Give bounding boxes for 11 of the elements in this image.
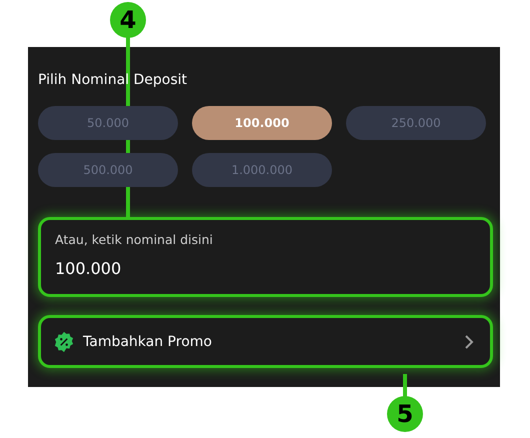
discount-badge-icon — [53, 330, 75, 352]
amount-option[interactable]: 250.000 — [346, 106, 486, 140]
step-marker: 5 — [387, 396, 423, 432]
amount-field[interactable]: Atau, ketik nominal disini 100.000 — [38, 217, 493, 297]
amount-option[interactable]: 1.000.000 — [192, 153, 332, 187]
step-marker: 4 — [110, 2, 146, 38]
chevron-right-icon — [464, 334, 474, 350]
amount-option[interactable]: 100.000 — [192, 106, 332, 140]
amount-option[interactable]: 500.000 — [38, 153, 178, 187]
add-promo-button[interactable]: Tambahkan Promo — [38, 315, 493, 368]
amount-option[interactable]: 50.000 — [38, 106, 178, 140]
